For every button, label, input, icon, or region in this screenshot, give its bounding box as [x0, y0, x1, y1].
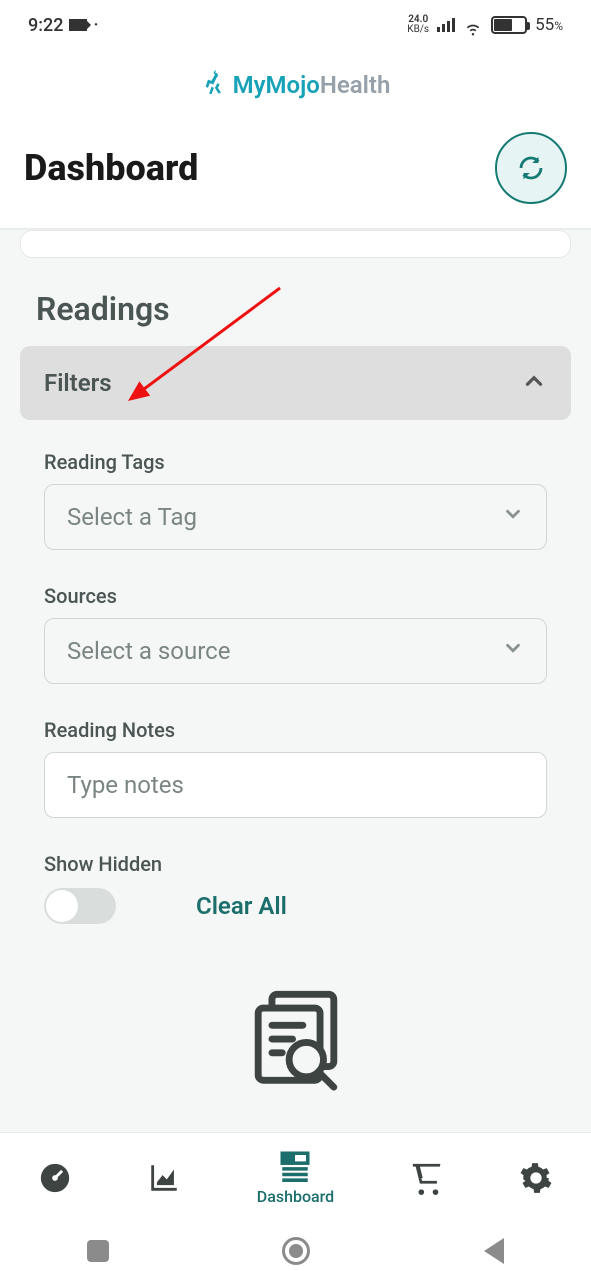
- tab-dashboard-label: Dashboard: [257, 1187, 334, 1206]
- status-time: 9:22: [28, 15, 63, 36]
- battery-percent: 55%: [535, 15, 563, 35]
- refresh-icon: [516, 153, 546, 183]
- chevron-up-icon: [521, 368, 547, 398]
- page-title: Dashboard: [24, 147, 198, 189]
- brand-mymojo: MyMojo: [233, 71, 320, 99]
- cart-icon: [410, 1161, 444, 1195]
- filters-toggle[interactable]: Filters: [20, 346, 571, 420]
- app-logo: MyMojoHealth: [0, 50, 591, 120]
- system-home-button[interactable]: [282, 1237, 310, 1265]
- reading-notes-input[interactable]: [44, 752, 547, 818]
- network-speed: 24.0 KB/s: [407, 15, 429, 35]
- reading-tags-placeholder: Select a Tag: [67, 503, 197, 531]
- brand-health: Health: [320, 71, 391, 99]
- page-header: Dashboard: [0, 120, 591, 230]
- sources-select[interactable]: Select a source: [44, 618, 547, 684]
- content-area[interactable]: Readings Filters Reading Tags Select a T…: [0, 230, 591, 1134]
- tab-gauge[interactable]: [38, 1161, 72, 1195]
- readings-title: Readings: [20, 290, 571, 328]
- sources-placeholder: Select a source: [67, 637, 230, 665]
- tab-dashboard[interactable]: Dashboard: [257, 1149, 334, 1206]
- chevron-down-icon: [502, 637, 524, 665]
- empty-readings-icon: [20, 984, 571, 1094]
- previous-card-edge: [20, 230, 571, 258]
- reading-tags-label: Reading Tags: [44, 450, 547, 474]
- system-back-button[interactable]: [484, 1238, 504, 1264]
- status-dot: ·: [93, 15, 98, 36]
- tab-settings[interactable]: [519, 1161, 553, 1195]
- dashboard-icon: [278, 1149, 312, 1183]
- show-hidden-label: Show Hidden: [44, 852, 547, 876]
- filters-label: Filters: [44, 369, 112, 397]
- battery-icon: [491, 16, 527, 34]
- system-nav-bar: [0, 1222, 591, 1280]
- chevron-down-icon: [502, 503, 524, 531]
- tab-cart[interactable]: [410, 1161, 444, 1195]
- sources-label: Sources: [44, 584, 547, 608]
- logo-icon: [201, 68, 229, 103]
- camera-icon: [69, 19, 87, 31]
- reading-notes-label: Reading Notes: [44, 718, 547, 742]
- tab-bar: Dashboard: [0, 1132, 591, 1222]
- system-recent-button[interactable]: [87, 1240, 109, 1262]
- gear-icon: [519, 1161, 553, 1195]
- refresh-button[interactable]: [495, 132, 567, 204]
- chart-icon: [147, 1161, 181, 1195]
- wifi-icon: [463, 18, 483, 32]
- reading-tags-select[interactable]: Select a Tag: [44, 484, 547, 550]
- tab-charts[interactable]: [147, 1161, 181, 1195]
- clear-all-button[interactable]: Clear All: [196, 892, 287, 920]
- gauge-icon: [38, 1161, 72, 1195]
- status-bar: 9:22 · 24.0 KB/s 55%: [0, 0, 591, 50]
- signal-icon: [437, 18, 455, 32]
- show-hidden-toggle[interactable]: [44, 888, 116, 924]
